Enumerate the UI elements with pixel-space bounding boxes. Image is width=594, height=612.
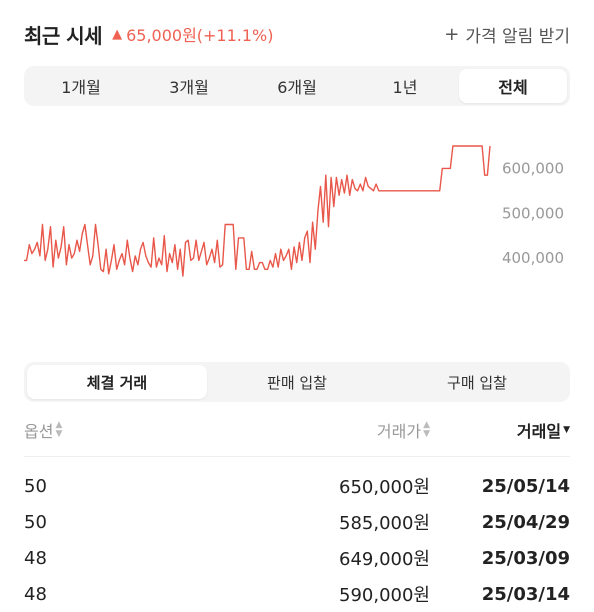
table-row: 50 585,000원 25/04/29 xyxy=(24,504,570,540)
tab-completed-trades[interactable]: 체결 거래 xyxy=(27,365,207,399)
period-selector: 1개월 3개월 6개월 1년 전체 xyxy=(24,66,570,106)
row-price: 650,000원 xyxy=(339,477,430,498)
header-date[interactable]: 거래일 ▼ xyxy=(430,418,570,442)
plus-icon: + xyxy=(444,23,460,45)
period-tab-all[interactable]: 전체 xyxy=(459,69,567,103)
page-title: 최근 시세 xyxy=(24,23,103,48)
row-price: 585,000원 xyxy=(339,513,430,534)
table-row: 48 649,000원 25/03/09 xyxy=(24,540,570,576)
trade-type-selector: 체결 거래 판매 입찰 구매 입찰 xyxy=(24,362,570,402)
sort-desc-icon: ▼ xyxy=(563,424,570,435)
period-tab-1m[interactable]: 1개월 xyxy=(27,69,135,103)
row-option: 50 xyxy=(24,511,47,533)
price-alert-button[interactable]: + 가격 알림 받기 xyxy=(444,22,570,47)
table-header: 옵션 ▲ ▼ 거래가 ▲ ▼ 거래일 ▼ xyxy=(24,414,570,446)
header-option[interactable]: 옵션 ▲ ▼ xyxy=(24,418,290,442)
sort-icon: ▲ ▼ xyxy=(55,420,63,439)
header-price-label: 거래가 xyxy=(376,422,422,441)
period-tab-3m[interactable]: 3개월 xyxy=(135,69,243,103)
price-header: 최근 시세 ▲ 65,000원(+11.1%) + 가격 알림 받기 xyxy=(24,18,570,50)
row-option: 50 xyxy=(24,475,47,497)
trade-list: 50 650,000원 25/05/14 50 585,000원 25/04/2… xyxy=(24,468,570,612)
y-tick-label: 400,000 xyxy=(502,249,564,267)
row-date: 25/04/29 xyxy=(481,511,570,533)
table-row: 48 590,000원 25/03/14 xyxy=(24,576,570,612)
y-tick-label: 600,000 xyxy=(502,159,564,177)
header-date-label: 거래일 xyxy=(516,422,562,441)
tab-buy-bids[interactable]: 구매 입찰 xyxy=(387,365,567,399)
price-alert-label: 가격 알림 받기 xyxy=(465,26,570,47)
period-tab-6m[interactable]: 6개월 xyxy=(243,69,351,103)
period-tab-1y[interactable]: 1년 xyxy=(351,69,459,103)
row-price: 649,000원 xyxy=(339,549,430,570)
row-option: 48 xyxy=(24,547,47,569)
header-price[interactable]: 거래가 ▲ ▼ xyxy=(290,418,430,442)
row-date: 25/03/09 xyxy=(481,547,570,569)
divider xyxy=(24,456,570,457)
price-line xyxy=(24,145,491,277)
price-change-text: 65,000원(+11.1%) xyxy=(126,26,274,45)
row-price: 590,000원 xyxy=(339,585,430,606)
table-row: 50 650,000원 25/05/14 xyxy=(24,468,570,504)
price-change: ▲ 65,000원(+11.1%) xyxy=(112,22,273,46)
price-chart[interactable]: 600,000 500,000 400,000 xyxy=(0,120,594,320)
y-tick-label: 500,000 xyxy=(502,204,564,222)
row-date: 25/05/14 xyxy=(481,475,570,497)
sort-icon: ▲ ▼ xyxy=(423,420,430,439)
tab-sell-bids[interactable]: 판매 입찰 xyxy=(207,365,387,399)
row-option: 48 xyxy=(24,583,47,605)
header-option-label: 옵션 xyxy=(24,422,54,441)
up-triangle-icon: ▲ xyxy=(112,26,123,42)
row-date: 25/03/14 xyxy=(481,583,570,605)
